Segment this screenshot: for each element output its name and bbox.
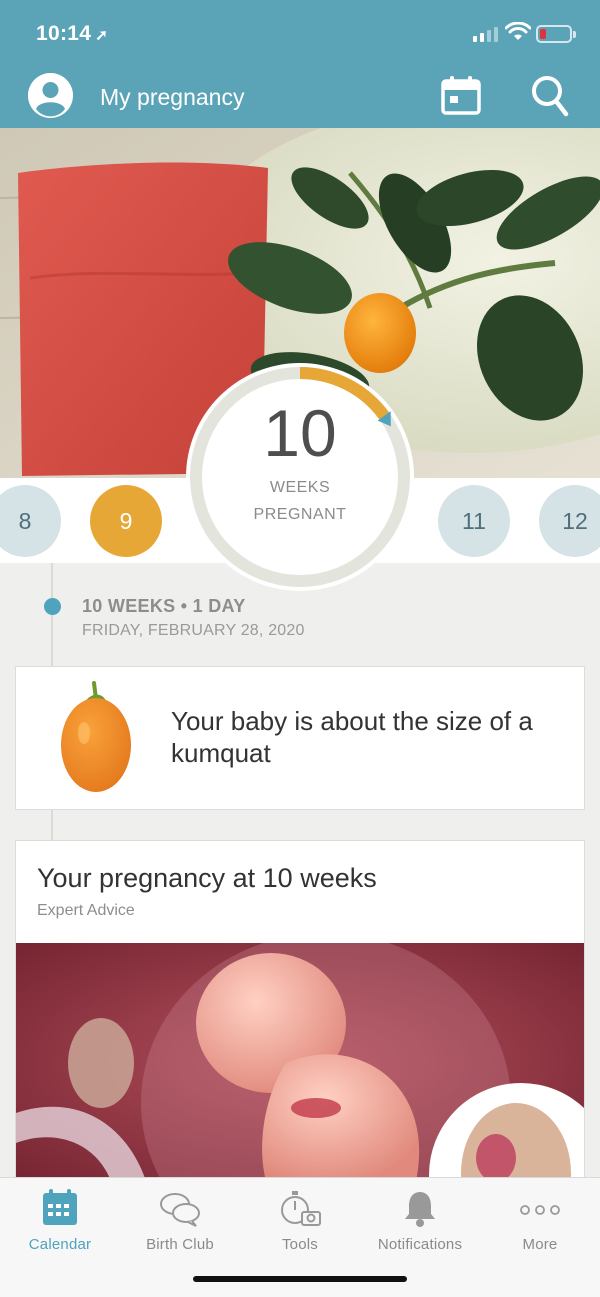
day-title: 10 WEEKS • 1 DAY	[82, 596, 246, 616]
fetus-illustration	[16, 943, 584, 1179]
location-arrow-icon: ➚	[95, 27, 109, 44]
tab-label: Birth Club	[146, 1236, 214, 1253]
baby-size-text: Your baby is about the size of a kumquat	[171, 706, 533, 768]
cellular-signal-icon	[473, 26, 498, 42]
week-bubble-11[interactable]: 11	[438, 485, 510, 557]
current-week-indicator[interactable]: 10 WEEKS PREGNANT	[186, 363, 414, 591]
profile-avatar[interactable]	[28, 73, 73, 118]
status-time: 10:14 ➚	[36, 22, 108, 46]
top-bar: 10:14 ➚ My pregnancy	[0, 0, 600, 128]
pregnant-label: PREGNANT	[253, 506, 347, 523]
kumquat-icon	[61, 681, 131, 792]
week-bubble-12[interactable]: 12	[539, 485, 600, 557]
advice-subtitle: Expert Advice	[37, 902, 135, 919]
timeline-dot	[44, 598, 61, 615]
bell-icon	[405, 1192, 435, 1227]
current-week-number: 10	[263, 396, 337, 470]
home-indicator	[193, 1276, 407, 1282]
status-time-text: 10:14	[36, 22, 92, 45]
tab-label: Tools	[281, 1236, 319, 1253]
search-button[interactable]	[530, 74, 570, 118]
tools-icon	[281, 1191, 321, 1226]
wifi-icon	[505, 22, 531, 40]
battery-icon	[536, 25, 576, 43]
week-bubble-9[interactable]: 9	[90, 485, 162, 557]
baby-size-card[interactable]: Your baby is about the size of a kumquat	[15, 666, 585, 810]
more-dots-icon	[520, 1205, 560, 1215]
expert-advice-card[interactable]: Your pregnancy at 10 weeks Expert Advice	[15, 840, 585, 1180]
advice-title: Your pregnancy at 10 weeks	[37, 863, 377, 893]
page-title: My pregnancy	[100, 84, 245, 110]
user-icon	[28, 73, 73, 118]
day-date: FRIDAY, FEBRUARY 28, 2020	[82, 622, 305, 639]
tab-label: Calendar	[28, 1236, 92, 1253]
weeks-label: WEEKS	[269, 479, 331, 496]
tab-label: Notifications	[377, 1236, 463, 1253]
tab-more[interactable]: More	[480, 1184, 600, 1254]
calendar-button[interactable]	[440, 74, 482, 116]
tab-notifications[interactable]: Notifications	[360, 1184, 480, 1254]
tab-calendar[interactable]: Calendar	[0, 1184, 120, 1254]
tab-birth-club[interactable]: Birth Club	[120, 1184, 240, 1254]
week-bubble-8[interactable]: 8	[0, 485, 61, 557]
tab-tools[interactable]: Tools	[240, 1184, 360, 1254]
chat-bubbles-icon	[160, 1193, 200, 1227]
calendar-icon	[43, 1189, 77, 1225]
tab-label: More	[522, 1236, 558, 1253]
